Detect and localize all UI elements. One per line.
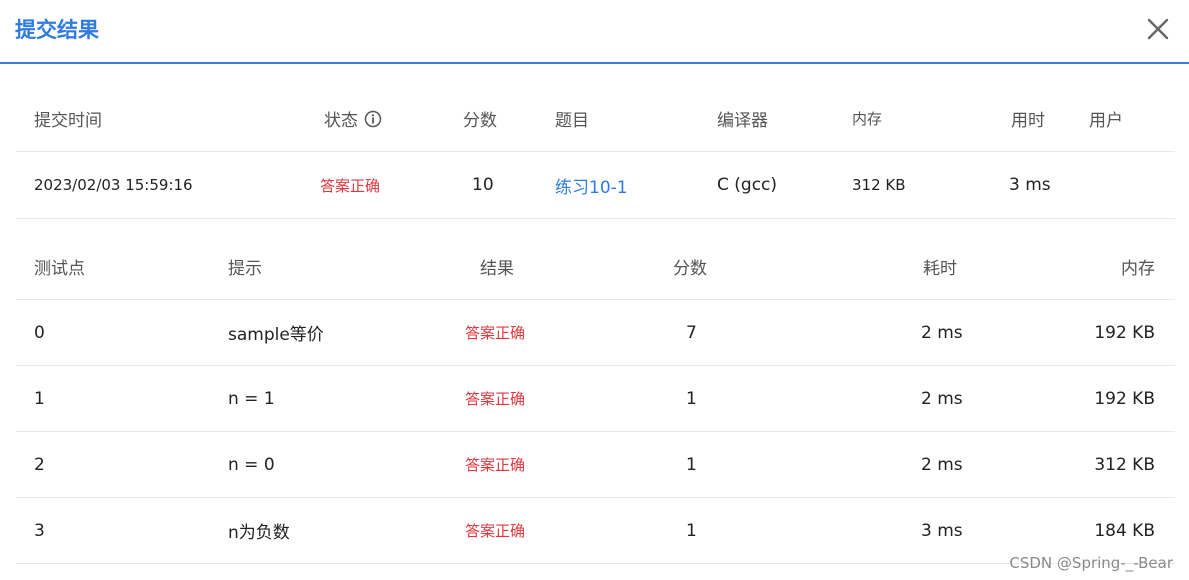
testcase-id: 0 xyxy=(34,322,45,343)
close-icon xyxy=(1147,18,1169,40)
table-row: 0 sample等价 答案正确 7 2 ms 192 KB xyxy=(16,300,1175,366)
testcase-score: 7 xyxy=(686,322,697,343)
testcase-result: 答案正确 xyxy=(465,522,526,540)
header-memory: 内存 xyxy=(852,110,883,128)
testcase-result: 答案正确 xyxy=(465,390,526,408)
duration-value: 3 ms xyxy=(1009,175,1051,195)
header-submit-time: 提交时间 xyxy=(34,111,102,131)
submission-score: 10 xyxy=(472,175,494,195)
testcase-time: 3 ms xyxy=(921,520,963,541)
testcase-time: 2 ms xyxy=(921,454,963,475)
header-testcase-score: 分数 xyxy=(673,259,707,279)
testcase-score: 1 xyxy=(686,388,697,409)
header-problem: 题目 xyxy=(555,111,589,131)
header-testcase-id: 测试点 xyxy=(34,259,85,279)
testcase-memory: 192 KB xyxy=(1094,388,1155,409)
testcase-memory: 312 KB xyxy=(1094,454,1155,475)
header-user: 用户 xyxy=(1089,111,1123,131)
testcase-memory: 192 KB xyxy=(1094,322,1155,343)
testcase-id: 2 xyxy=(34,454,45,475)
testcase-result: 答案正确 xyxy=(465,324,526,342)
table-row: 3 n为负数 答案正确 1 3 ms 184 KB xyxy=(16,498,1175,564)
submit-time: 2023/02/03 15:59:16 xyxy=(34,176,193,194)
testcase-hint: n为负数 xyxy=(228,523,290,543)
testcase-score: 1 xyxy=(686,454,697,475)
header-testcase-memory: 内存 xyxy=(1121,259,1155,279)
header-testcase-time: 耗时 xyxy=(923,259,957,279)
memory-value: 312 KB xyxy=(852,176,906,194)
table-row: 2 n = 0 答案正确 1 2 ms 312 KB xyxy=(16,432,1175,498)
submission-result-dialog: 提交结果 提交时间 状态 分数 题目 编译器 内存 用时 用户 2023/02/… xyxy=(0,0,1189,580)
testcase-hint: sample等价 xyxy=(228,325,324,345)
dialog-header: 提交结果 xyxy=(0,0,1189,64)
testcase-hint: n = 1 xyxy=(228,388,275,409)
table-row: 1 n = 1 答案正确 1 2 ms 192 KB xyxy=(16,366,1175,432)
dialog-title: 提交结果 xyxy=(15,18,99,42)
header-score: 分数 xyxy=(463,111,497,131)
status-badge: 答案正确 xyxy=(320,176,381,195)
testcase-hint: n = 0 xyxy=(228,454,275,475)
submission-row: 2023/02/03 15:59:16 答案正确 10 练习10-1 C (gc… xyxy=(16,152,1175,219)
watermark: CSDN @Spring-_-Bear xyxy=(1009,554,1173,572)
testcase-header-row: 测试点 提示 结果 分数 耗时 内存 xyxy=(16,234,1175,300)
header-hint: 提示 xyxy=(228,259,262,279)
info-icon[interactable] xyxy=(364,110,382,128)
testcase-id: 3 xyxy=(34,520,45,541)
testcase-time: 2 ms xyxy=(921,388,963,409)
testcase-score: 1 xyxy=(686,520,697,541)
testcase-time: 2 ms xyxy=(921,322,963,343)
header-result: 结果 xyxy=(480,259,514,279)
header-compiler: 编译器 xyxy=(717,111,768,131)
testcase-id: 1 xyxy=(34,388,45,409)
header-duration: 用时 xyxy=(1011,111,1045,131)
compiler-value: C (gcc) xyxy=(717,175,778,195)
submission-header-row: 提交时间 状态 分数 题目 编译器 内存 用时 用户 xyxy=(16,86,1175,152)
header-status-label: 状态 xyxy=(324,111,358,131)
problem-link[interactable]: 练习10-1 xyxy=(555,152,628,218)
header-status: 状态 xyxy=(324,86,382,151)
close-button[interactable] xyxy=(1145,16,1171,42)
testcase-result: 答案正确 xyxy=(465,456,526,474)
